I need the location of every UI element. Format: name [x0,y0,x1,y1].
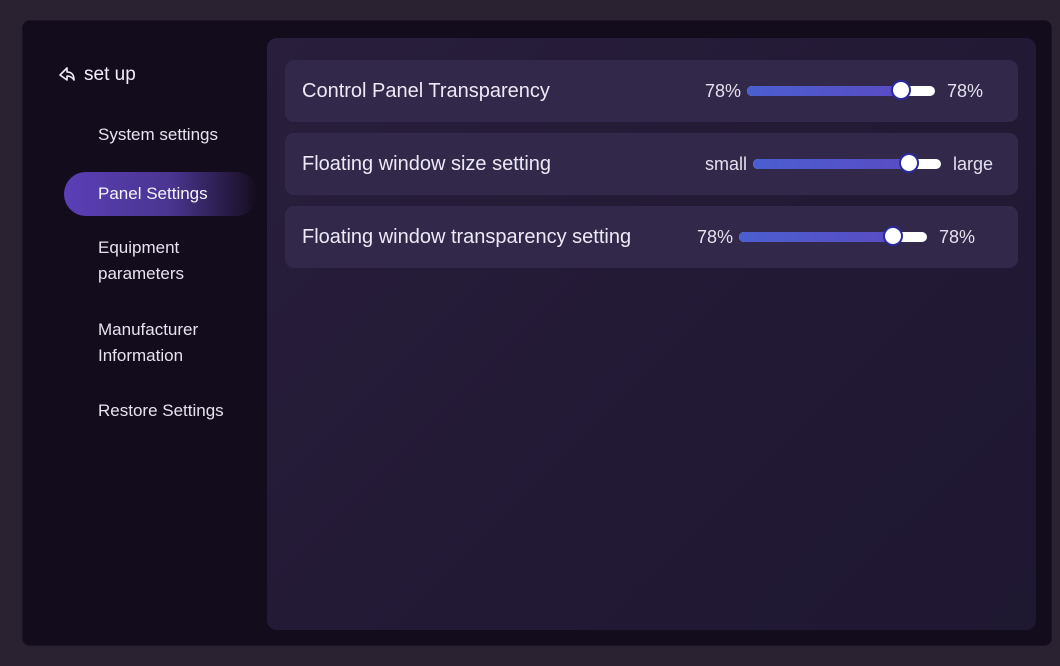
setting-row-floating-window-transparency: Floating window transparency setting 78%… [285,206,1018,268]
transparency-slider: 78% 78% [705,60,983,122]
setting-title: Floating window transparency setting [302,226,632,248]
slider-max-label: large [953,153,994,174]
slider-min-label: 78% [697,226,734,247]
setting-row-control-panel-transparency: Control Panel Transparency 78% 78% [285,60,1018,122]
sidebar-item-manufacturer-information[interactable]: Manufacturer Information [98,317,228,369]
setting-title: Floating window size setting [302,153,552,175]
settings-panel: Control Panel Transparency 78% 78% Float… [267,38,1036,630]
sidebar-item-system-settings[interactable]: System settings [98,122,218,148]
sidebar: set up System settings Panel Settings Eq… [22,20,267,646]
slider-track[interactable] [739,226,928,246]
slider-min-label: 78% [705,80,742,101]
sidebar-item-panel-settings[interactable]: Panel Settings [64,172,258,216]
slider-handle[interactable] [899,153,920,173]
slider-fill [747,86,902,96]
slider-track[interactable] [753,153,942,173]
slider-fill [739,232,894,242]
back-arrow-icon [58,66,76,84]
size-slider: small large [705,133,993,195]
setting-row-floating-window-size: Floating window size setting small large [285,133,1018,195]
floating-transparency-slider: 78% 78% [697,206,975,268]
slider-track[interactable] [747,80,936,100]
slider-max-label: 78% [939,226,976,247]
slider-handle[interactable] [883,226,904,246]
slider-max-label: 78% [947,80,984,101]
device-screen: set up System settings Panel Settings Eq… [22,20,1052,646]
sidebar-item-equipment-parameters[interactable]: Equipment parameters [98,235,228,287]
sidebar-item-restore-settings[interactable]: Restore Settings [98,398,224,424]
slider-min-label: small [705,153,748,174]
back-label: set up [84,64,136,85]
slider-handle[interactable] [891,80,912,100]
setting-title: Control Panel Transparency [302,80,550,102]
back-button[interactable]: set up [58,64,136,86]
slider-fill [753,159,910,169]
